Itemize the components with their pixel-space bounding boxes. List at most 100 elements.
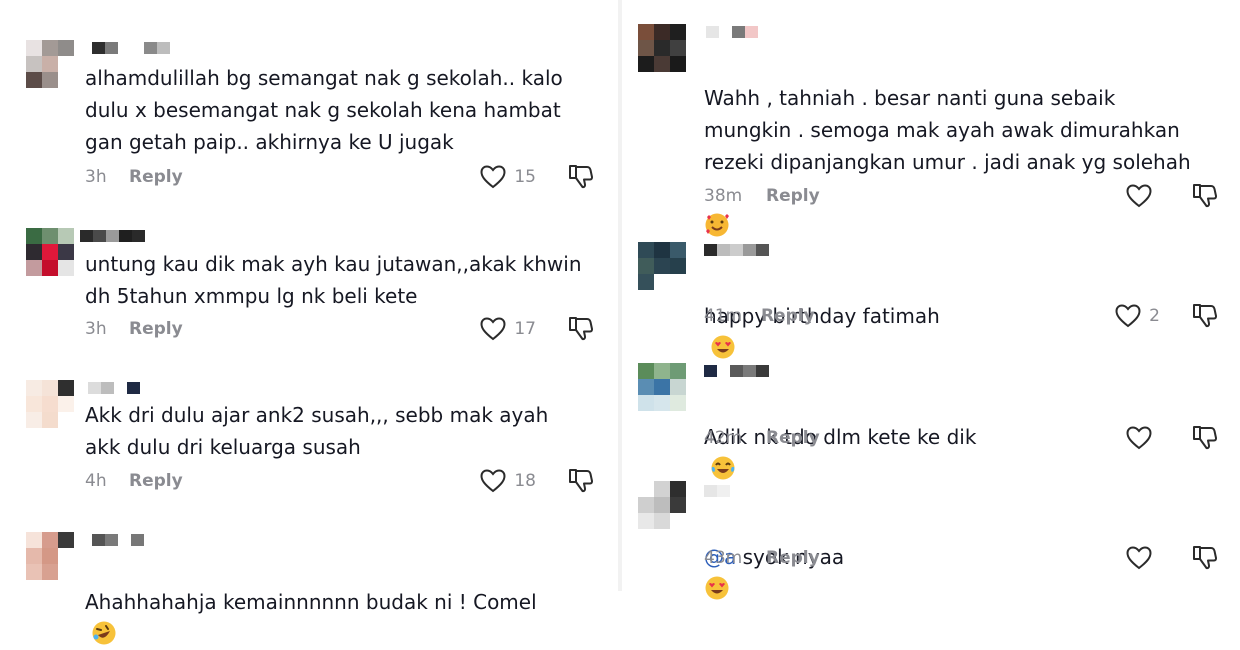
heart-outline-icon: [480, 317, 506, 341]
username-pixel: [730, 244, 743, 256]
avatar[interactable]: [26, 532, 74, 580]
comment-time: 42m: [704, 428, 743, 448]
like-button[interactable]: [1126, 546, 1160, 570]
avatar[interactable]: [26, 40, 74, 88]
username[interactable]: [88, 382, 140, 394]
username-pixel: [745, 26, 758, 38]
avatar[interactable]: [638, 363, 686, 411]
avatar-pixel: [58, 260, 74, 276]
username-pixel: [756, 244, 769, 256]
username[interactable]: [80, 230, 145, 242]
avatar-pixel: [638, 497, 654, 513]
username[interactable]: [706, 26, 758, 38]
username[interactable]: [704, 244, 769, 256]
username-pixel: [743, 244, 756, 256]
like-button[interactable]: [1126, 184, 1160, 208]
avatar-pixel: [26, 380, 42, 396]
reply-button[interactable]: Reply: [766, 186, 820, 206]
avatar-pixel: [26, 548, 42, 564]
username-pixel: [157, 42, 170, 54]
username-pixel: [717, 244, 730, 256]
heart-outline-icon: [480, 165, 506, 189]
avatar[interactable]: [638, 24, 686, 72]
avatar-pixel: [638, 242, 654, 258]
avatar-pixel: [58, 40, 74, 56]
comment-text: untung kau dik mak ayh kau jutawan,,akak…: [85, 252, 582, 308]
like-count: 18: [514, 471, 536, 491]
thumbs-down-icon[interactable]: [568, 315, 594, 341]
avatar-pixel: [670, 363, 686, 379]
username[interactable]: [92, 534, 144, 546]
like-button[interactable]: 15: [480, 165, 536, 189]
thumbs-down-icon[interactable]: [1192, 302, 1218, 328]
avatar-pixel: [654, 395, 670, 411]
username-pixel: [106, 230, 119, 242]
comment-item: alhamdulillah bg semangat nak g sekolah.…: [0, 40, 616, 190]
reply-button[interactable]: Reply: [129, 167, 183, 187]
avatar-pixel: [638, 379, 654, 395]
username-pixel: [706, 26, 719, 38]
username[interactable]: [92, 42, 170, 54]
avatar-pixel: [638, 395, 654, 411]
like-button[interactable]: [1126, 426, 1160, 450]
avatar[interactable]: [26, 228, 74, 276]
comment-item: untung kau dik mak ayh kau jutawan,,akak…: [0, 228, 616, 348]
avatar-pixel: [670, 258, 686, 274]
thumbs-down-icon[interactable]: [1192, 544, 1218, 570]
thumbs-down-icon[interactable]: [1192, 424, 1218, 450]
avatar-pixel: [654, 258, 670, 274]
avatar-pixel: [26, 72, 42, 88]
avatar-pixel: [654, 497, 670, 513]
username-pixel: [93, 230, 106, 242]
thumbs-down-icon[interactable]: [1192, 182, 1218, 208]
avatar-pixel: [58, 532, 74, 548]
heart-outline-icon: [1126, 426, 1152, 450]
username[interactable]: [704, 485, 730, 497]
avatar-pixel: [42, 228, 58, 244]
comment-time: 38m: [704, 186, 743, 206]
like-button[interactable]: 2: [1115, 304, 1160, 328]
avatar-pixel: [58, 228, 74, 244]
reply-button[interactable]: Reply: [766, 548, 820, 568]
reply-button[interactable]: Reply: [766, 428, 820, 448]
username-pixel: [118, 42, 131, 54]
username-pixel: [717, 365, 730, 377]
reply-button[interactable]: Reply: [129, 471, 183, 491]
username-pixel: [127, 382, 140, 394]
avatar-pixel: [670, 497, 686, 513]
comment-meta: 3h Reply: [85, 165, 183, 189]
thumbs-down-icon[interactable]: [568, 467, 594, 493]
avatar[interactable]: [26, 380, 74, 428]
avatar[interactable]: [638, 242, 686, 290]
avatar-pixel: [58, 72, 74, 88]
avatar-pixel: [654, 513, 670, 529]
username-pixel: [704, 485, 717, 497]
like-button[interactable]: 18: [480, 469, 536, 493]
avatar-pixel: [42, 72, 58, 88]
avatar-pixel: [670, 379, 686, 395]
username-pixel: [105, 42, 118, 54]
avatar-pixel: [42, 548, 58, 564]
reply-button[interactable]: Reply: [129, 319, 183, 339]
reply-button[interactable]: Reply: [761, 306, 815, 326]
comment-time: 43m: [704, 548, 743, 568]
comment-meta: 42m Reply: [704, 426, 820, 450]
avatar-pixel: [654, 274, 670, 290]
like-button[interactable]: 17: [480, 317, 536, 341]
username-pixel: [730, 365, 743, 377]
comment-meta: 41m Reply: [704, 304, 815, 328]
avatar[interactable]: [638, 481, 686, 529]
username-pixel: [717, 485, 730, 497]
heart-outline-icon: [1126, 546, 1152, 570]
username-pixel: [92, 42, 105, 54]
comment-item: happy birthday fatimah 41m Reply 2: [624, 242, 1240, 359]
avatar-pixel: [26, 228, 42, 244]
avatar-pixel: [42, 396, 58, 412]
avatar-pixel: [670, 24, 686, 40]
avatar-pixel: [26, 56, 42, 72]
username[interactable]: [704, 365, 769, 377]
username-pixel: [101, 382, 114, 394]
thumbs-down-icon[interactable]: [568, 163, 594, 189]
avatar-pixel: [638, 363, 654, 379]
comment-meta: 4h Reply: [85, 469, 183, 493]
